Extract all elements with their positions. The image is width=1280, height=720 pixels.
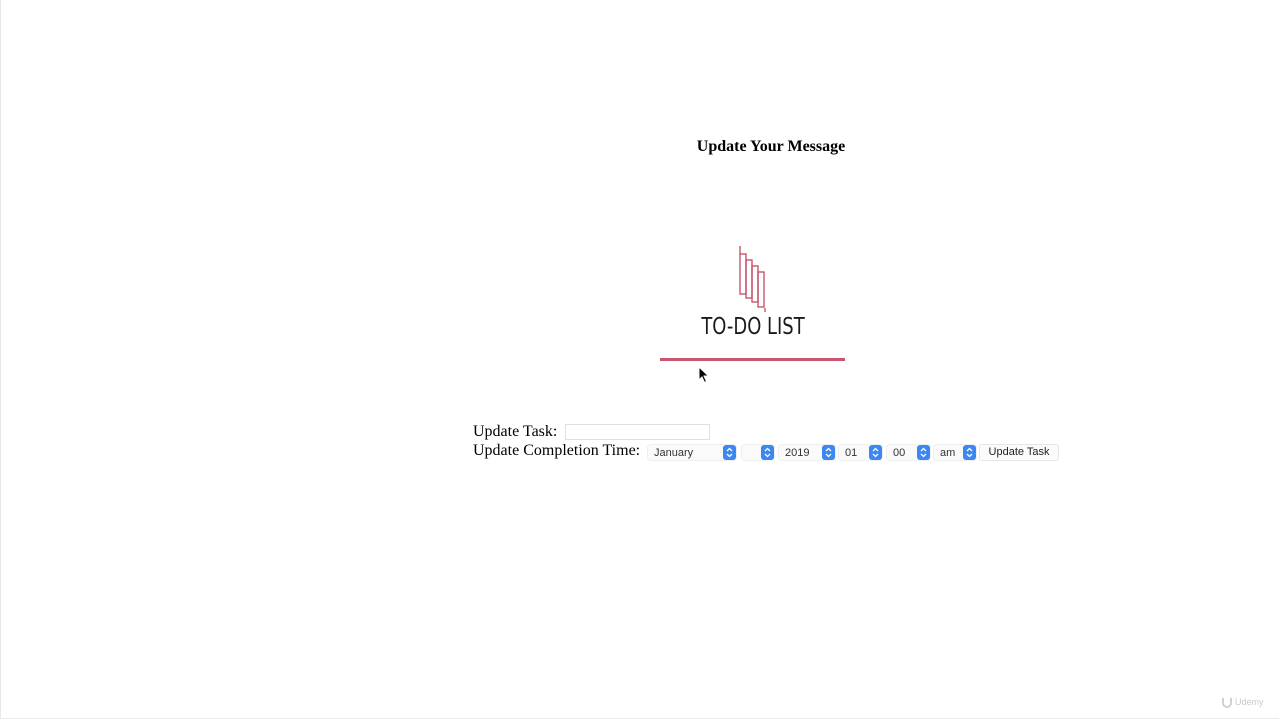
page-title: Update Your Message bbox=[696, 138, 846, 155]
month-value: January bbox=[654, 447, 694, 459]
hour-value: 01 bbox=[845, 447, 858, 459]
watermark: Udemy bbox=[1222, 697, 1264, 708]
task-input[interactable] bbox=[565, 424, 710, 440]
month-select[interactable]: January bbox=[647, 444, 737, 461]
chevron-updown-icon bbox=[822, 445, 835, 460]
logo-underline bbox=[660, 358, 845, 361]
hour-select[interactable]: 01 bbox=[838, 444, 883, 461]
ampm-select[interactable]: am bbox=[933, 444, 977, 461]
task-row: Update Task: bbox=[473, 423, 710, 441]
completion-time-label: Update Completion Time: bbox=[473, 442, 641, 459]
watermark-text: Udemy bbox=[1235, 697, 1264, 707]
chevron-updown-icon bbox=[723, 445, 736, 460]
completion-time-row: Update Completion Time: January 2019 01 bbox=[473, 442, 1059, 461]
ampm-value: am bbox=[940, 447, 956, 459]
chevron-updown-icon bbox=[917, 445, 930, 460]
year-select[interactable]: 2019 bbox=[778, 444, 836, 461]
chevron-updown-icon bbox=[869, 445, 882, 460]
mouse-pointer-icon bbox=[698, 366, 710, 384]
year-value: 2019 bbox=[785, 447, 810, 459]
task-label: Update Task: bbox=[473, 423, 558, 440]
logo-text: TO-DO LIST bbox=[701, 314, 805, 340]
day-select[interactable] bbox=[741, 444, 775, 461]
notepad-icon bbox=[739, 246, 766, 312]
update-task-button[interactable]: Update Task bbox=[979, 444, 1059, 461]
chevron-updown-icon bbox=[761, 445, 774, 460]
chevron-updown-icon bbox=[963, 445, 976, 460]
minute-select[interactable]: 00 bbox=[886, 444, 931, 461]
page-frame bbox=[0, 0, 1279, 719]
udemy-logo-icon bbox=[1222, 697, 1232, 708]
minute-value: 00 bbox=[893, 447, 906, 459]
todo-logo: TO-DO LIST bbox=[655, 242, 851, 367]
